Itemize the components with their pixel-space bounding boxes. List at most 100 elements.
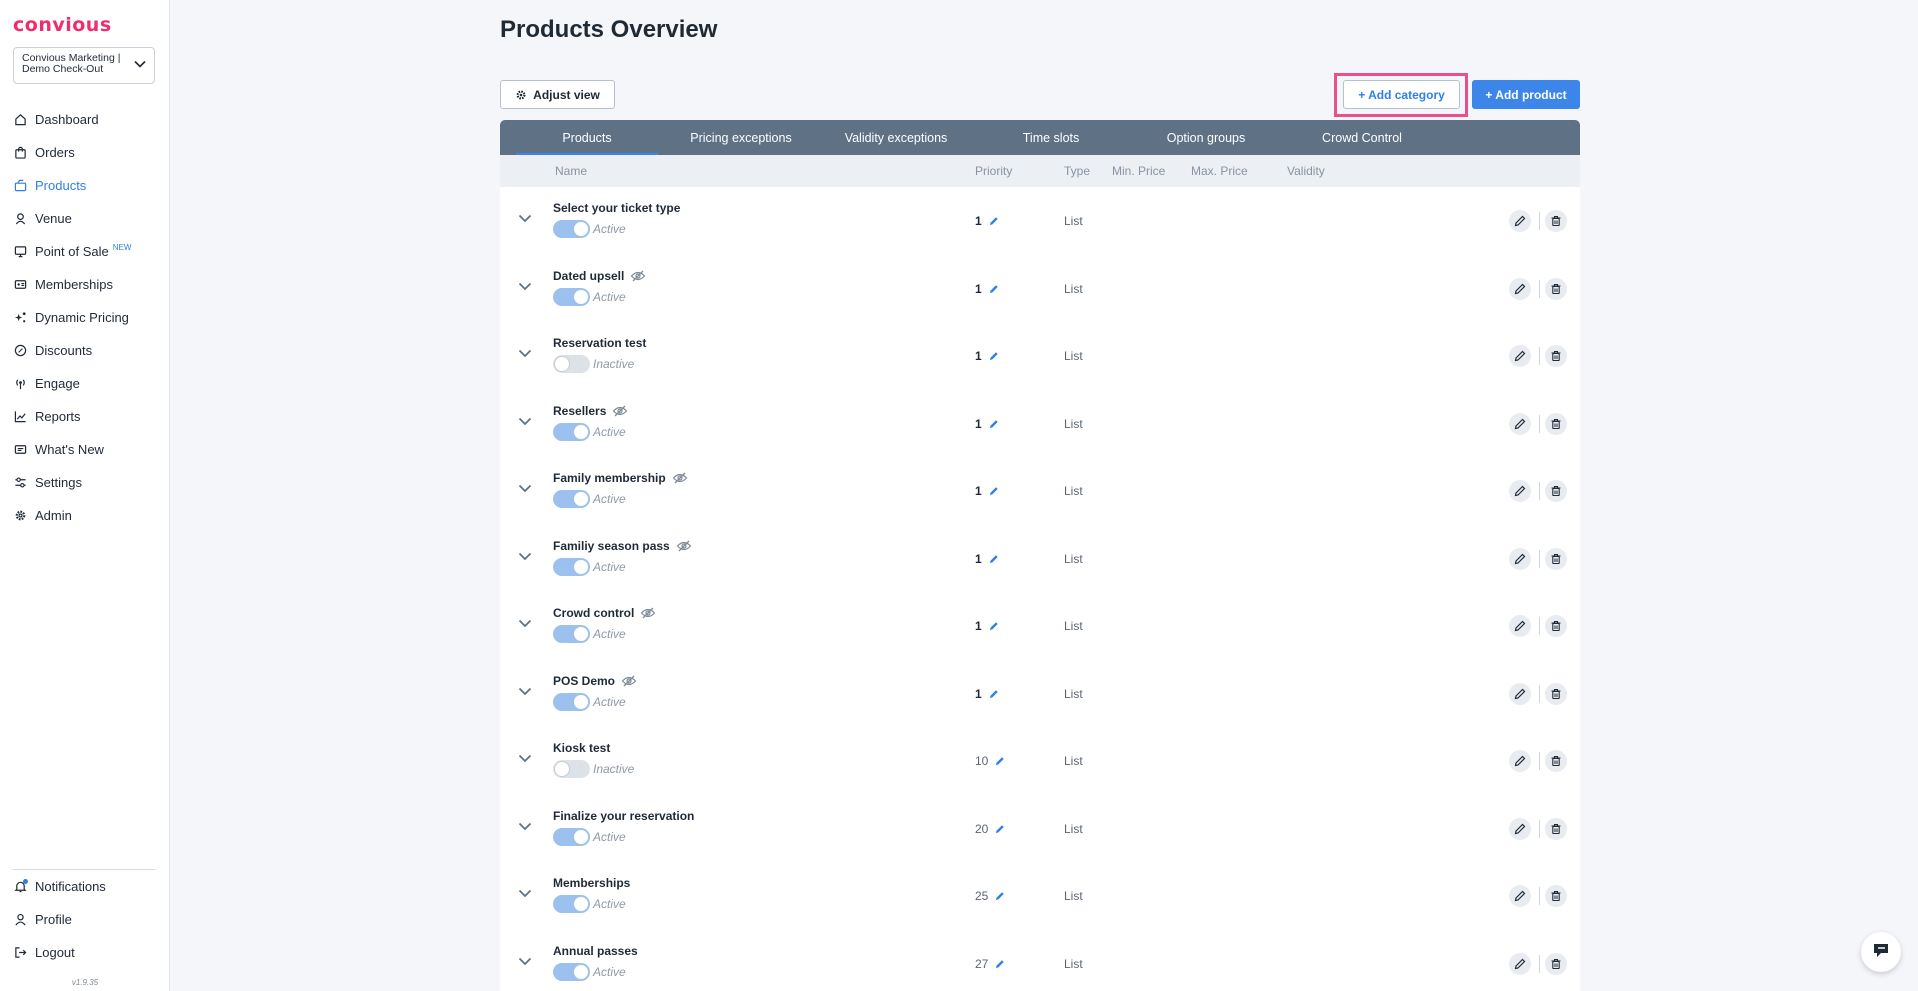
trash-icon[interactable] (1545, 345, 1567, 367)
trash-icon[interactable] (1545, 412, 1567, 435)
chevron-down-icon[interactable] (516, 682, 534, 700)
sidebar-item-engage[interactable]: Engage (0, 367, 170, 400)
trash-icon[interactable] (1545, 210, 1567, 232)
edit-icon[interactable] (1509, 817, 1531, 840)
column-header-name[interactable]: Name (555, 164, 587, 178)
edit-icon[interactable] (1509, 412, 1531, 435)
chevron-down-icon[interactable] (516, 209, 534, 227)
edit-priority-icon[interactable] (995, 959, 1005, 969)
column-header-priority[interactable]: Priority (975, 164, 1012, 178)
edit-icon[interactable] (1509, 750, 1531, 772)
sidebar-item-orders[interactable]: Orders (0, 136, 170, 169)
column-header-max-price[interactable]: Max. Price (1191, 164, 1248, 178)
convious-logo[interactable]: convious (13, 14, 112, 36)
column-header-validity[interactable]: Validity (1287, 164, 1325, 178)
chevron-down-icon[interactable] (516, 277, 534, 295)
column-header-min-price[interactable]: Min. Price (1112, 164, 1165, 178)
tab-products[interactable]: Products (516, 120, 658, 155)
sidebar-item-point-of-sale[interactable]: Point of Sale NEW (0, 235, 170, 268)
sidebar-item-dynamic-pricing[interactable]: Dynamic Pricing (0, 301, 170, 334)
sidebar-item-notifications[interactable]: Notifications (0, 870, 170, 903)
edit-icon[interactable] (1509, 885, 1531, 907)
trash-icon[interactable] (1545, 547, 1567, 570)
trash-icon[interactable] (1545, 817, 1567, 840)
edit-priority-icon[interactable] (989, 621, 999, 631)
sidebar: convious Convious Marketing | Demo Check… (0, 0, 170, 991)
status-toggle[interactable] (553, 220, 590, 238)
sidebar-item-reports[interactable]: Reports (0, 400, 170, 433)
adjust-view-button[interactable]: Adjust view (500, 80, 615, 109)
edit-icon[interactable] (1509, 615, 1531, 637)
add-category-button[interactable]: + Add category (1343, 80, 1460, 109)
edit-priority-icon[interactable] (989, 486, 999, 496)
trash-icon[interactable] (1545, 615, 1567, 637)
status-toggle[interactable] (553, 625, 590, 643)
sidebar-item-logout[interactable]: Logout (0, 936, 170, 969)
tab-time-slots[interactable]: Time slots (980, 120, 1122, 155)
products-icon (13, 179, 27, 193)
chevron-down-icon[interactable] (516, 479, 534, 497)
tab-crowd-control[interactable]: Crowd Control (1291, 120, 1433, 155)
status-toggle[interactable] (553, 962, 590, 981)
tab-pricing-exceptions[interactable]: Pricing exceptions (670, 120, 812, 155)
trash-icon[interactable] (1545, 480, 1567, 502)
edit-priority-icon[interactable] (989, 689, 999, 699)
status-toggle[interactable] (553, 692, 590, 711)
chevron-down-icon[interactable] (516, 344, 534, 362)
status-toggle[interactable] (553, 760, 590, 778)
edit-icon[interactable] (1509, 682, 1531, 705)
status-toggle[interactable] (553, 355, 590, 373)
status-toggle[interactable] (553, 827, 590, 846)
eye-off-icon (676, 540, 692, 552)
status-toggle[interactable] (553, 422, 590, 441)
sidebar-item-settings[interactable]: Settings (0, 466, 170, 499)
trash-icon[interactable] (1545, 682, 1567, 705)
edit-priority-icon[interactable] (995, 891, 1005, 901)
chevron-down-icon[interactable] (516, 412, 534, 430)
tab-validity-exceptions[interactable]: Validity exceptions (825, 120, 967, 155)
status-toggle[interactable] (553, 490, 590, 508)
chat-button[interactable] (1861, 932, 1901, 972)
edit-icon[interactable] (1509, 547, 1531, 570)
column-header-type[interactable]: Type (1064, 164, 1090, 178)
account-selector[interactable]: Convious Marketing | Demo Check-Out (13, 47, 155, 84)
chevron-down-icon[interactable] (516, 547, 534, 565)
priority-cell: 1 (975, 687, 999, 701)
chevron-down-icon[interactable] (516, 817, 534, 835)
status-toggle[interactable] (553, 557, 590, 576)
edit-priority-icon[interactable] (989, 554, 999, 564)
edit-priority-icon[interactable] (995, 756, 1005, 766)
edit-priority-icon[interactable] (989, 284, 999, 294)
sidebar-item-products[interactable]: Products (0, 169, 170, 202)
status-toggle[interactable] (553, 895, 590, 913)
sidebar-item-venue[interactable]: Venue (0, 202, 170, 235)
edit-icon[interactable] (1509, 277, 1531, 300)
tab-option-groups[interactable]: Option groups (1135, 120, 1277, 155)
edit-priority-icon[interactable] (989, 216, 999, 226)
trash-icon[interactable] (1545, 952, 1567, 975)
sidebar-item-profile[interactable]: Profile (0, 903, 170, 936)
type-cell: List (1064, 686, 1083, 701)
chevron-down-icon[interactable] (516, 952, 534, 970)
sidebar-item-memberships[interactable]: Memberships (0, 268, 170, 301)
chevron-down-icon[interactable] (516, 884, 534, 902)
sidebar-item-dashboard[interactable]: Dashboard (0, 103, 170, 136)
trash-icon[interactable] (1545, 277, 1567, 300)
edit-priority-icon[interactable] (989, 419, 999, 429)
chevron-down-icon[interactable] (516, 614, 534, 632)
edit-priority-icon[interactable] (989, 351, 999, 361)
sidebar-item-label: Admin (35, 508, 72, 523)
edit-priority-icon[interactable] (995, 824, 1005, 834)
chevron-down-icon[interactable] (516, 749, 534, 767)
trash-icon[interactable] (1545, 750, 1567, 772)
edit-icon[interactable] (1509, 210, 1531, 232)
sidebar-item-discounts[interactable]: Discounts (0, 334, 170, 367)
edit-icon[interactable] (1509, 952, 1531, 975)
edit-icon[interactable] (1509, 480, 1531, 502)
add-product-button[interactable]: + Add product (1472, 80, 1580, 109)
status-toggle[interactable] (553, 287, 590, 306)
sidebar-item-admin[interactable]: Admin (0, 499, 170, 532)
sidebar-item-what-s-new[interactable]: What's New (0, 433, 170, 466)
edit-icon[interactable] (1509, 345, 1531, 367)
trash-icon[interactable] (1545, 885, 1567, 907)
